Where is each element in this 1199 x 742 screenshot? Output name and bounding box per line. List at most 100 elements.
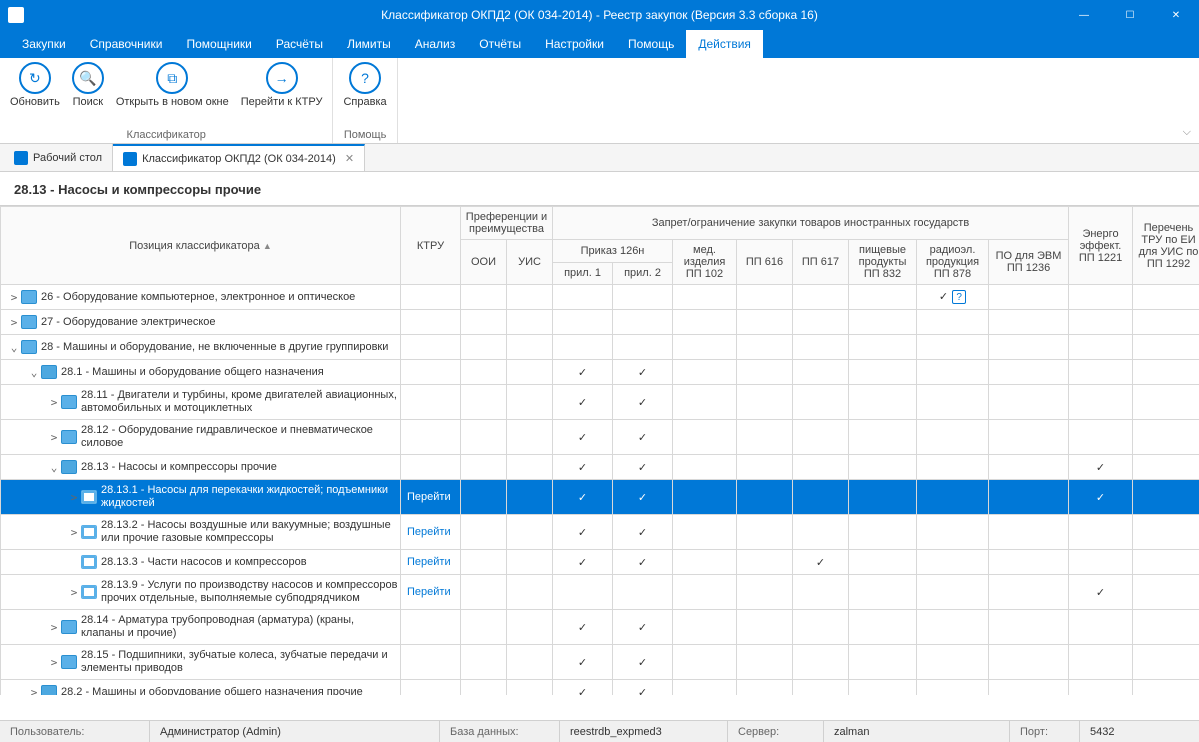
tree-row[interactable]: ⌄28 - Машины и оборудование, не включенн… xyxy=(1,335,1199,360)
menu-помощники[interactable]: Помощники xyxy=(174,30,263,58)
col-ban-group[interactable]: Запрет/ограничение закупки товаров иност… xyxy=(553,207,1069,240)
expand-icon[interactable]: > xyxy=(67,491,81,504)
col-ktru[interactable]: КТРУ xyxy=(401,207,461,285)
ribbon-обновить[interactable]: ↻Обновить xyxy=(4,60,66,110)
col-evm[interactable]: ПО для ЭВМ ПП 1236 xyxy=(989,240,1069,285)
doc-icon xyxy=(81,525,97,539)
ribbon-открыть в[interactable]: ⧉Открыть в новом окне xyxy=(110,60,235,110)
minimize-button[interactable]: — xyxy=(1061,0,1107,30)
cell-radio xyxy=(917,420,989,455)
tab-close-icon[interactable]: ✕ xyxy=(345,152,354,165)
col-prikaz[interactable]: Приказ 126н xyxy=(553,240,673,263)
tree-row[interactable]: >27 - Оборудование электрическое xyxy=(1,310,1199,335)
col-ooi[interactable]: ООИ xyxy=(461,240,507,285)
col-pp617[interactable]: ПП 617 xyxy=(793,240,849,285)
menu-отчёты[interactable]: Отчёты xyxy=(467,30,533,58)
expand-icon[interactable]: ⌄ xyxy=(7,341,21,354)
menu-расчёты[interactable]: Расчёты xyxy=(264,30,335,58)
menu-закупки[interactable]: Закупки xyxy=(10,30,78,58)
col-pp616[interactable]: ПП 616 xyxy=(737,240,793,285)
col-energy[interactable]: Энерго эффект. ПП 1221 xyxy=(1069,207,1133,285)
menu-помощь[interactable]: Помощь xyxy=(616,30,686,58)
expand-icon[interactable]: > xyxy=(47,396,61,409)
cell-food xyxy=(849,285,917,310)
expand-icon[interactable]: ⌄ xyxy=(27,366,41,379)
ribbon-collapse-icon[interactable]: ⌵ xyxy=(1183,126,1191,139)
cell-food xyxy=(849,335,917,360)
cell-ooi xyxy=(461,335,507,360)
tree-row[interactable]: ⌄28.13 - Насосы и компрессоры прочие✓✓✓ xyxy=(1,455,1199,480)
col-food[interactable]: пищевые продукты ПП 832 xyxy=(849,240,917,285)
expand-icon[interactable]: > xyxy=(67,586,81,599)
cell-ktru: Перейти xyxy=(401,480,461,515)
cell-uis xyxy=(507,550,553,575)
menu-лимиты[interactable]: Лимиты xyxy=(335,30,403,58)
expand-icon[interactable]: > xyxy=(7,316,21,329)
cell-med xyxy=(673,455,737,480)
cell-ktru xyxy=(401,420,461,455)
ktru-link[interactable]: Перейти xyxy=(401,526,451,538)
cell-med xyxy=(673,310,737,335)
ribbon-поиск[interactable]: 🔍Поиск xyxy=(66,60,110,110)
menu-действия[interactable]: Действия xyxy=(686,30,763,58)
col-uis[interactable]: УИС xyxy=(507,240,553,285)
expand-icon[interactable]: > xyxy=(47,656,61,669)
tree-row[interactable]: >26 - Оборудование компьютерное, электро… xyxy=(1,285,1199,310)
col-position[interactable]: Позиция классификатора ▲ xyxy=(1,207,401,285)
col-radio[interactable]: радиоэл. продукция ПП 878 xyxy=(917,240,989,285)
menu-настройки[interactable]: Настройки xyxy=(533,30,616,58)
tree-row[interactable]: >28.15 - Подшипники, зубчатые колеса, зу… xyxy=(1,645,1199,680)
col-preferences[interactable]: Преференции и преимущества xyxy=(461,207,553,240)
cell-pp617 xyxy=(793,360,849,385)
cell-pril1: ✓ xyxy=(553,455,613,480)
expand-icon[interactable]: > xyxy=(27,686,41,696)
cell-pp616 xyxy=(737,455,793,480)
menu-справочники[interactable]: Справочники xyxy=(78,30,175,58)
ribbon-label: Обновить xyxy=(10,96,60,108)
col-pril1[interactable]: прил. 1 xyxy=(553,262,613,285)
status-db-label: База данных: xyxy=(450,726,519,738)
cell-med xyxy=(673,680,737,696)
cell-evm xyxy=(989,680,1069,696)
expand-icon[interactable]: > xyxy=(67,526,81,539)
expand-icon[interactable]: > xyxy=(47,621,61,634)
tree-row[interactable]: 28.13.3 - Части насосов и компрессоровПе… xyxy=(1,550,1199,575)
close-button[interactable]: ✕ xyxy=(1153,0,1199,30)
tree-row[interactable]: >28.13.9 - Услуги по производству насосо… xyxy=(1,575,1199,610)
ribbon-label: Поиск xyxy=(73,96,103,108)
tree-row[interactable]: ⌄28.1 - Машины и оборудование общего наз… xyxy=(1,360,1199,385)
classifier-grid[interactable]: Позиция классификатора ▲ КТРУ Преференци… xyxy=(0,206,1199,695)
cell-pp617 xyxy=(793,420,849,455)
doc-tab[interactable]: Рабочий стол xyxy=(4,144,113,171)
ktru-link[interactable]: Перейти xyxy=(401,556,451,568)
maximize-button[interactable]: ☐ xyxy=(1107,0,1153,30)
tree-row[interactable]: >28.13.2 - Насосы воздушные или вакуумны… xyxy=(1,515,1199,550)
cell-ooi xyxy=(461,550,507,575)
cell-energy xyxy=(1069,550,1133,575)
col-med[interactable]: мед. изделия ПП 102 xyxy=(673,240,737,285)
doc-tab[interactable]: Классификатор ОКПД2 (ОК 034-2014)✕ xyxy=(113,144,365,171)
tree-row[interactable]: >28.14 - Арматура трубопроводная (армату… xyxy=(1,610,1199,645)
cell-pril2: ✓ xyxy=(613,550,673,575)
expand-icon[interactable]: ⌄ xyxy=(47,461,61,474)
ktru-link[interactable]: Перейти xyxy=(401,586,451,598)
ribbon-справка[interactable]: ?Справка xyxy=(337,60,392,110)
ribbon-перейти[interactable]: →Перейти к КТРУ xyxy=(235,60,329,110)
menu-анализ[interactable]: Анализ xyxy=(403,30,468,58)
expand-icon[interactable]: > xyxy=(47,431,61,444)
node-text: 28.13.1 - Насосы для перекачки жидкостей… xyxy=(101,484,398,510)
col-pril2[interactable]: прил. 2 xyxy=(613,262,673,285)
col-tru[interactable]: Перечень ТРУ по ЕИ для УИС по ПП 1292 xyxy=(1133,207,1199,285)
help-icon[interactable]: ? xyxy=(952,290,966,304)
tree-row[interactable]: >28.11 - Двигатели и турбины, кроме двиг… xyxy=(1,385,1199,420)
cell-ktru xyxy=(401,680,461,696)
ktru-link[interactable]: Перейти xyxy=(401,491,451,503)
ribbon-label: Открыть в новом окне xyxy=(116,96,229,108)
tree-row[interactable]: >28.12 - Оборудование гидравлическое и п… xyxy=(1,420,1199,455)
ribbon-label: Справка xyxy=(343,96,386,108)
expand-icon[interactable]: > xyxy=(7,291,21,304)
cell-evm xyxy=(989,550,1069,575)
tree-row[interactable]: >28.13.1 - Насосы для перекачки жидкосте… xyxy=(1,480,1199,515)
tree-row[interactable]: >28.2 - Машины и оборудование общего наз… xyxy=(1,680,1199,696)
cell-uis xyxy=(507,285,553,310)
